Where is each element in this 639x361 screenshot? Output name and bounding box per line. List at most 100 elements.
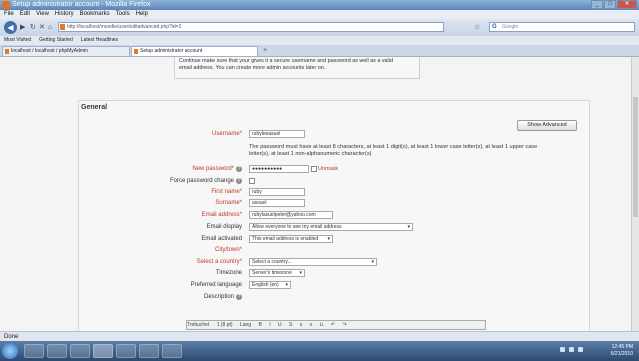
maximize-button[interactable]: □ [604, 0, 616, 9]
tab-favicon [134, 49, 138, 54]
unmask-label: Unmask [318, 166, 339, 172]
system-tray-icons [560, 347, 583, 352]
clean-icon[interactable]: ⎌ [320, 322, 324, 328]
go-star-icon[interactable]: ☆ [474, 24, 480, 32]
firefox-icon [2, 1, 10, 9]
subscript-button[interactable]: x [300, 322, 303, 328]
bookmark-latest-headlines[interactable]: Latest Headlines [81, 36, 118, 45]
font-size-select[interactable]: 1 (8 pt) [217, 322, 233, 328]
tab-favicon [5, 49, 9, 54]
timezone-label: Timezone [215, 270, 242, 276]
tab-setup-admin[interactable]: Setup administrator account [131, 46, 258, 56]
search-input[interactable]: G Google [489, 22, 635, 32]
email-activated-select[interactable]: This email address is enabled ▾ [249, 235, 333, 243]
show-advanced-button[interactable]: Show Advanced [517, 120, 577, 131]
unmask-checkbox[interactable] [311, 166, 317, 172]
description-label: Description [203, 294, 234, 300]
username-input[interactable]: rubyleeasuel [249, 130, 305, 138]
menu-tools[interactable]: Tools [116, 10, 130, 19]
password-policy-text: The password must have at least 8 charac… [249, 144, 538, 157]
bookmarks-toolbar: Most Visited Getting Started Latest Head… [0, 36, 639, 45]
superscript-button[interactable]: x [310, 322, 313, 328]
city-label: City/town* [214, 247, 242, 253]
italic-button[interactable]: I [269, 322, 270, 328]
vertical-scrollbar[interactable] [631, 57, 639, 341]
timezone-select[interactable]: Server's timezone ▾ [249, 269, 305, 277]
reload-icon[interactable]: ↻ [30, 24, 36, 32]
language-select[interactable]: English (en) ▾ [249, 281, 291, 289]
menu-view[interactable]: View [36, 10, 49, 19]
menu-edit[interactable]: Edit [20, 10, 30, 19]
help-icon[interactable]: ? [236, 166, 242, 172]
email-display-label: Email display [206, 224, 242, 230]
taskbar-media-icon[interactable] [70, 344, 90, 358]
taskbar-app-icon[interactable] [116, 344, 136, 358]
menu-bookmarks[interactable]: Bookmarks [80, 10, 110, 19]
window-title: Setup administrator account - Mozilla Fi… [12, 1, 151, 8]
close-button[interactable]: ✕ [617, 0, 637, 9]
forward-button[interactable]: ▶ [20, 24, 25, 32]
undo-icon[interactable]: ↶ [331, 322, 335, 328]
force-password-checkbox[interactable] [249, 178, 255, 184]
redo-icon[interactable]: ↷ [343, 322, 347, 328]
strike-button[interactable]: S [289, 322, 292, 328]
email-input[interactable]: rubylasuelpeter@yahoo.com [249, 211, 333, 219]
email-display-value: Allow everyone to see my email address [252, 224, 342, 230]
force-password-label: Force password change [169, 178, 234, 184]
tab-phpmyadmin[interactable]: localhost / localhost / phpMyAdmin [2, 46, 130, 56]
scrollbar-thumb[interactable] [633, 97, 638, 217]
back-button[interactable]: ◀ [4, 21, 17, 34]
underline-button[interactable]: U [278, 322, 282, 328]
taskbar-firefox-icon[interactable] [93, 344, 113, 358]
language-value: English (en) [252, 282, 279, 288]
chevron-down-icon: ▾ [299, 270, 302, 276]
email-activated-value: This email address is enabled [252, 236, 319, 242]
taskbar-ie-icon[interactable] [24, 344, 44, 358]
country-select[interactable]: Select a country... ▾ [249, 258, 377, 266]
bold-button[interactable]: B [258, 322, 261, 328]
stop-icon[interactable]: ✕ [39, 24, 45, 32]
taskbar-explorer-icon[interactable] [47, 344, 67, 358]
help-icon[interactable]: ? [236, 294, 242, 300]
clock-time: 12:45 PM [611, 344, 633, 350]
timezone-value: Server's timezone [252, 270, 292, 276]
start-button[interactable] [2, 343, 18, 359]
font-family-select[interactable]: Trebuchet [187, 322, 209, 328]
tray-volume-icon[interactable] [578, 347, 583, 352]
lang-select[interactable]: Lang [240, 322, 251, 328]
bookmark-getting-started[interactable]: Getting Started [39, 36, 73, 45]
menu-history[interactable]: History [55, 10, 74, 19]
site-favicon [60, 24, 65, 30]
minimize-button[interactable]: _ [591, 0, 603, 9]
surname-input[interactable]: assuel [249, 199, 305, 207]
address-bar[interactable]: http://localhost/moodle/user/editadvance… [58, 22, 444, 32]
taskbar: 12:45 PM 6/21/2010 [0, 341, 639, 361]
email-activated-label: Email activated [201, 236, 242, 242]
chevron-down-icon: ▾ [407, 224, 410, 230]
language-label: Preferred language [190, 282, 242, 288]
intro-line-2: email address. You can create more admin… [179, 65, 326, 71]
menu-file[interactable]: File [4, 10, 14, 19]
home-icon[interactable]: ⌂ [48, 24, 52, 32]
menu-bar: File Edit View History Bookmarks Tools H… [0, 10, 639, 19]
username-label: Username* [211, 131, 242, 137]
fieldset-legend: General [81, 104, 108, 111]
help-icon[interactable]: ? [236, 178, 242, 184]
tab-strip: localhost / localhost / phpMyAdmin Setup… [0, 45, 639, 57]
taskbar-app-icon[interactable] [162, 344, 182, 358]
chevron-down-icon: ▾ [327, 236, 330, 242]
clock-date: 6/21/2010 [610, 351, 633, 357]
email-display-select[interactable]: Allow everyone to see my email address ▾ [249, 223, 413, 231]
new-password-input[interactable]: ●●●●●●●●●● [249, 165, 309, 173]
first-name-input[interactable]: ruby [249, 188, 305, 196]
clock[interactable]: 12:45 PM 6/21/2010 [611, 344, 633, 358]
bookmark-most-visited[interactable]: Most Visited [4, 36, 31, 45]
taskbar-app-icon[interactable] [139, 344, 159, 358]
tray-flag-icon[interactable] [569, 347, 574, 352]
general-fieldset [78, 100, 590, 340]
menu-help[interactable]: Help [136, 10, 148, 19]
address-text: http://localhost/moodle/user/editadvance… [67, 24, 182, 30]
new-tab-button[interactable]: + [259, 47, 271, 55]
country-value: Select a country... [252, 259, 292, 265]
tray-network-icon[interactable] [560, 347, 565, 352]
